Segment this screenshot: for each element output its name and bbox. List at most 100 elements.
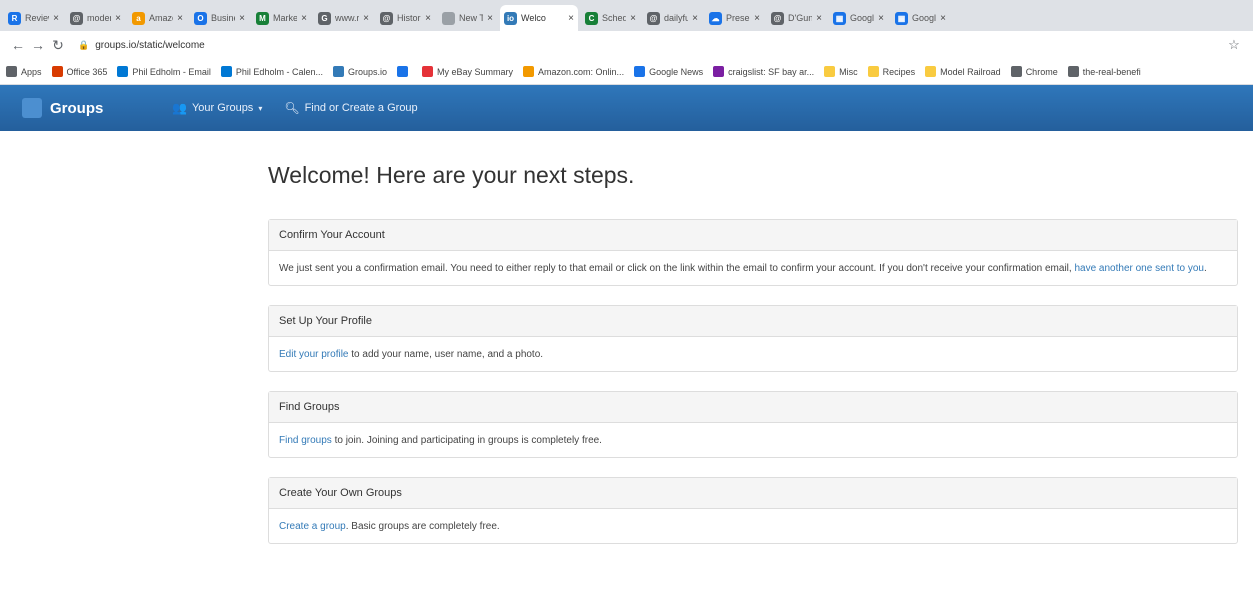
bookmark-label: Phil Edholm - Calen... xyxy=(235,66,323,77)
browser-tab[interactable]: @ moder × xyxy=(66,5,125,31)
forward-icon[interactable]: → xyxy=(28,37,48,53)
browser-tab[interactable]: O Busine × xyxy=(190,5,249,31)
bookmark-label: Google News xyxy=(649,66,704,77)
close-icon[interactable]: × xyxy=(878,13,884,24)
close-icon[interactable]: × xyxy=(568,13,574,24)
address-bar[interactable]: 🔒 groups.io/static/welcome xyxy=(78,34,1223,56)
tab-title: Prese xyxy=(726,13,750,23)
main-content: Welcome! Here are your next steps. Confi… xyxy=(268,131,1238,563)
tab-favicon-icon: @ xyxy=(70,11,83,25)
bookmark-favicon-icon xyxy=(6,66,17,77)
tab-favicon-icon: ▦ xyxy=(895,11,908,25)
tab-title: Sched xyxy=(602,13,627,23)
close-icon[interactable]: × xyxy=(754,13,760,24)
edit-profile-link[interactable]: Edit your profile xyxy=(279,349,348,360)
tab-title: Marke xyxy=(273,13,298,23)
tab-favicon-icon: C xyxy=(585,11,598,25)
bookmark-item[interactable]: the-real-benefi xyxy=(1067,66,1141,77)
close-icon[interactable]: × xyxy=(177,13,183,24)
back-icon[interactable]: ← xyxy=(8,37,28,53)
bookmark-item[interactable]: Apps xyxy=(6,66,42,77)
find-groups-panel: Find Groups Find groups to join. Joining… xyxy=(268,391,1238,458)
close-icon[interactable]: × xyxy=(425,13,431,24)
close-icon[interactable]: × xyxy=(487,13,493,24)
reload-icon[interactable]: ↻ xyxy=(48,37,68,54)
browser-tab[interactable]: @ Histor × xyxy=(376,5,435,31)
bookmark-favicon-icon xyxy=(713,66,725,77)
bookmark-item[interactable]: Office 365 xyxy=(51,66,108,77)
close-icon[interactable]: × xyxy=(692,13,698,24)
tab-title: Google xyxy=(850,13,875,23)
confirm-text-end: . xyxy=(1204,263,1207,274)
bookmark-item[interactable]: craigslist: SF bay ar... xyxy=(713,66,814,77)
brand-logo[interactable]: Groups xyxy=(22,98,172,118)
bookmark-label: Office 365 xyxy=(66,66,108,77)
tab-title: Busine xyxy=(211,13,235,23)
close-icon[interactable]: × xyxy=(630,13,636,24)
close-icon[interactable]: × xyxy=(940,13,946,24)
browser-tab[interactable]: M Marke × xyxy=(252,5,311,31)
bookmark-favicon-icon xyxy=(925,66,937,77)
bookmark-label: Amazon.com: Onlin... xyxy=(538,66,625,77)
tab-favicon-icon: R xyxy=(8,11,21,25)
find-groups-link[interactable]: Find groups xyxy=(279,435,332,446)
browser-tab[interactable]: R Review × xyxy=(4,5,63,31)
close-icon[interactable]: × xyxy=(301,13,307,24)
close-icon[interactable]: × xyxy=(53,13,59,24)
panel-body: Create a group. Basic groups are complet… xyxy=(269,509,1237,543)
browser-tab[interactable]: Gwww.r × xyxy=(314,5,373,31)
bookmark-item[interactable]: Phil Edholm - Calen... xyxy=(220,66,323,77)
close-icon[interactable]: × xyxy=(239,13,245,24)
tab-favicon-icon: M xyxy=(256,11,269,25)
your-groups-menu[interactable]: 👥 Your Groups ▾ xyxy=(172,101,262,115)
page-title: Welcome! Here are your next steps. xyxy=(268,162,635,188)
bookmark-item[interactable]: Misc xyxy=(824,66,858,77)
browser-tab[interactable]: ▦ Google× xyxy=(829,5,888,31)
create-groups-panel: Create Your Own Groups Create a group. B… xyxy=(268,477,1238,544)
tab-favicon-icon: io xyxy=(504,11,517,25)
panel-heading: Set Up Your Profile xyxy=(269,306,1237,337)
bookmarks-bar: Apps Office 365 Phil Edholm - Email Phil Ed… xyxy=(0,59,1253,85)
bookmark-label: Recipes xyxy=(882,66,916,77)
bookmark-item[interactable]: Groups.io xyxy=(332,66,387,77)
close-icon[interactable]: × xyxy=(816,13,822,24)
find-create-group-link[interactable]: 🔍︎ Find or Create a Group xyxy=(284,101,417,115)
browser-tab[interactable]: ☁ Prese × xyxy=(705,5,764,31)
search-icon: 🔍︎ xyxy=(284,101,300,115)
bookmark-item[interactable]: Google News xyxy=(634,66,703,77)
bookmark-label: Apps xyxy=(21,66,42,77)
tab-favicon-icon: ▦ xyxy=(833,11,846,25)
browser-tab[interactable]: io Welco × xyxy=(500,5,578,31)
bookmark-item[interactable] xyxy=(397,66,412,77)
bookmark-item[interactable]: Phil Edholm - Email xyxy=(117,66,211,77)
browser-tab[interactable]: @ dailyfu × xyxy=(643,5,702,31)
bookmark-favicon-icon xyxy=(397,66,408,77)
tab-title: Review xyxy=(25,13,49,23)
bookmark-item[interactable]: Chrome xyxy=(1010,66,1058,77)
groups-logo-icon xyxy=(22,98,42,118)
bookmark-favicon-icon xyxy=(220,66,232,77)
close-icon[interactable]: × xyxy=(115,13,121,24)
panel-heading: Create Your Own Groups xyxy=(269,478,1237,509)
profile-panel: Set Up Your Profile Edit your profile to… xyxy=(268,305,1238,372)
bookmark-item[interactable]: Recipes xyxy=(867,66,916,77)
browser-tab[interactable]: New Tab× xyxy=(438,5,497,31)
url-text: groups.io/static/welcome xyxy=(95,39,205,51)
bookmark-item[interactable]: Amazon.com: Onlin... xyxy=(523,66,624,77)
tab-title: Welco xyxy=(521,13,546,23)
resend-confirmation-link[interactable]: have another one sent to you xyxy=(1074,263,1204,274)
bookmark-item[interactable]: My eBay Summary xyxy=(422,66,513,77)
close-icon[interactable]: × xyxy=(363,13,369,24)
bookmark-item[interactable]: Model Railroad xyxy=(925,66,1001,77)
bookmark-favicon-icon xyxy=(1010,66,1022,77)
browser-tab[interactable]: @ D'Gun × xyxy=(767,5,826,31)
create-group-link[interactable]: Create a group xyxy=(279,521,346,532)
browser-tab[interactable]: a Amazo × xyxy=(128,5,187,31)
bookmark-star-icon[interactable]: ☆ xyxy=(1223,37,1245,53)
browser-tab[interactable]: ▦ Google× xyxy=(891,5,950,31)
tab-favicon-icon: ☁ xyxy=(709,11,722,25)
tab-favicon-icon: @ xyxy=(647,11,660,25)
browser-tab[interactable]: C Sched × xyxy=(581,5,640,31)
site-navbar: Groups 👥 Your Groups ▾ 🔍︎ Find or Create… xyxy=(0,85,1253,131)
browser-toolbar: ← → ↻ 🔒 groups.io/static/welcome ☆ xyxy=(0,31,1253,59)
